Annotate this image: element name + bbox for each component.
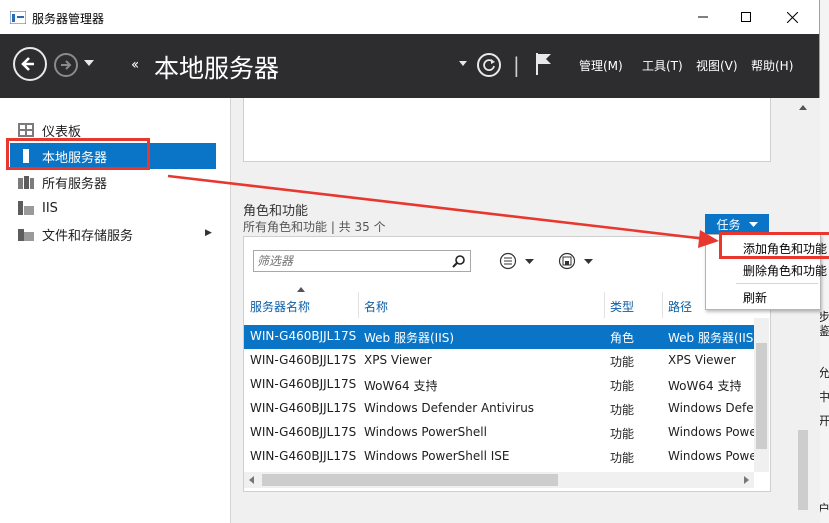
column-name[interactable]: 名称 [364,298,388,315]
cell-server: WIN-G460BJJL17S [250,353,357,367]
cell-name: Windows PowerShell ISE [364,449,510,463]
scroll-up-icon[interactable] [796,98,810,118]
cell-server: WIN-G460BJJL17S [250,449,357,463]
cell-name: XPS Viewer [364,353,432,367]
cell-name: Windows PowerShell [364,425,487,439]
table-row[interactable]: WIN-G460BJJL17S Windows Defender Antivir… [244,397,754,421]
menu-item-remove-roles[interactable]: 删除角色和功能 [743,262,827,279]
iis-icon [18,201,34,215]
cell-type: 功能 [610,403,635,417]
column-type[interactable]: 类型 [610,298,634,315]
menu-view[interactable]: 视图(V) [696,57,738,74]
arrow-left-icon [21,57,34,71]
sidebar-item-all-servers[interactable]: 所有服务器 [10,169,216,195]
header-separator: | [513,53,520,77]
refresh-icon [483,59,495,71]
sidebar-item-file-storage[interactable]: 文件和存储服务 [10,221,216,247]
column-divider[interactable] [662,292,663,318]
notifications-flag-icon[interactable] [535,52,553,76]
title-dropdown-icon[interactable] [459,61,467,66]
cell-server: WIN-G460BJJL17S [250,425,357,439]
tasks-button-label: 任务 [716,217,741,232]
column-path[interactable]: 路径 [668,298,692,315]
servers-icon [18,176,34,189]
save-query-button[interactable] [558,252,596,270]
page-title: 本地服务器 [154,54,280,83]
minimize-button[interactable] [680,0,726,34]
scroll-right-icon[interactable] [738,472,754,488]
roles-section-title: 角色和功能 [243,204,309,219]
back-button[interactable] [13,47,47,81]
column-server-name[interactable]: 服务器名称 [250,298,310,315]
table-row[interactable]: WIN-G460BJJL17S Windows PowerShell 功能 Wi… [244,421,754,445]
properties-panel [243,98,771,162]
cell-path: XPS Viewer [668,353,736,367]
menu-tools[interactable]: 工具(T) [642,57,683,74]
column-divider[interactable] [604,292,605,318]
cell-path: Windows Powe [668,425,754,439]
search-icon[interactable] [452,254,466,268]
cell-name: Windows Defender Antivirus [364,401,535,415]
scroll-left-icon[interactable] [244,472,260,488]
submenu-arrow-icon: ▶ [205,228,212,238]
menu-help[interactable]: 帮助(H) [751,57,793,74]
cell-type: 角色 [610,331,635,345]
cell-type: 功能 [610,379,635,393]
cell-server: WIN-G460BJJL17S [250,329,357,343]
sort-ascending-icon [297,287,305,292]
sidebar-item-label: 仪表板 [42,124,82,140]
close-button[interactable] [769,0,815,34]
cell-name: WoW64 支持 [364,379,438,393]
table-row[interactable]: WIN-G460BJJL17S Web 服务器(IIS) 角色 Web 服务器(… [244,325,754,349]
table-row[interactable]: WIN-G460BJJL17S WoW64 支持 功能 WoW64 支持 [244,373,754,397]
cell-path: WoW64 支持 [668,379,742,393]
grid-horizontal-scrollbar-thumb[interactable] [262,474,558,486]
chevron-down-icon [748,221,758,227]
menu-manage[interactable]: 管理(M) [579,57,623,74]
sidebar-item-label: IIS [42,200,58,216]
cell-path: Windows Defe [668,401,754,415]
filter-input[interactable] [257,253,447,269]
cell-type: 功能 [610,451,635,465]
cell-path: Web 服务器(IIS) [668,331,754,345]
grid-column-header: 服务器名称 名称 类型 路径 [244,292,754,318]
history-dropdown-icon[interactable] [84,60,94,66]
sidebar-item-iis[interactable]: IIS [10,195,216,221]
column-divider[interactable] [358,292,359,318]
cell-server: WIN-G460BJJL17S [250,401,357,415]
dashboard-icon [18,123,34,137]
page-scrollbar-thumb[interactable] [798,430,808,510]
tasks-button[interactable]: 任务 [705,214,769,234]
annotation-highlight-local-server [6,138,150,170]
arrow-right-icon [61,60,72,70]
grid-vertical-scrollbar-thumb[interactable] [756,343,767,449]
maximize-icon [741,12,751,22]
roles-section-subtitle: 所有角色和功能 | 共 35 个 [243,220,386,234]
close-icon [786,11,798,23]
table-row[interactable]: WIN-G460BJJL17S Windows PowerShell ISE 功… [244,445,754,469]
cell-name: Web 服务器(IIS) [364,331,455,345]
breadcrumb-arrows: ‹‹ [131,57,139,73]
menu-item-refresh[interactable]: 刷新 [743,289,767,306]
filter-box[interactable] [253,250,471,272]
window-title: 服务器管理器 [32,12,105,26]
cell-path: Windows Powe [668,449,754,463]
cell-server: WIN-G460BJJL17S [250,377,357,391]
sidebar-item-label: 所有服务器 [42,176,108,192]
server-manager-app-icon [10,11,26,24]
cell-type: 功能 [610,427,635,441]
folder-icon [18,229,34,241]
forward-button[interactable] [54,53,78,77]
list-options-button[interactable] [499,252,537,270]
refresh-button[interactable] [477,53,501,77]
menu-separator [736,283,818,284]
cell-type: 功能 [610,355,635,369]
maximize-button[interactable] [723,0,769,34]
minimize-icon [698,16,708,18]
annotation-highlight-add-roles [719,232,829,259]
table-row[interactable]: WIN-G460BJJL17S XPS Viewer 功能 XPS Viewer [244,349,754,373]
sidebar-item-label: 文件和存储服务 [42,228,134,244]
